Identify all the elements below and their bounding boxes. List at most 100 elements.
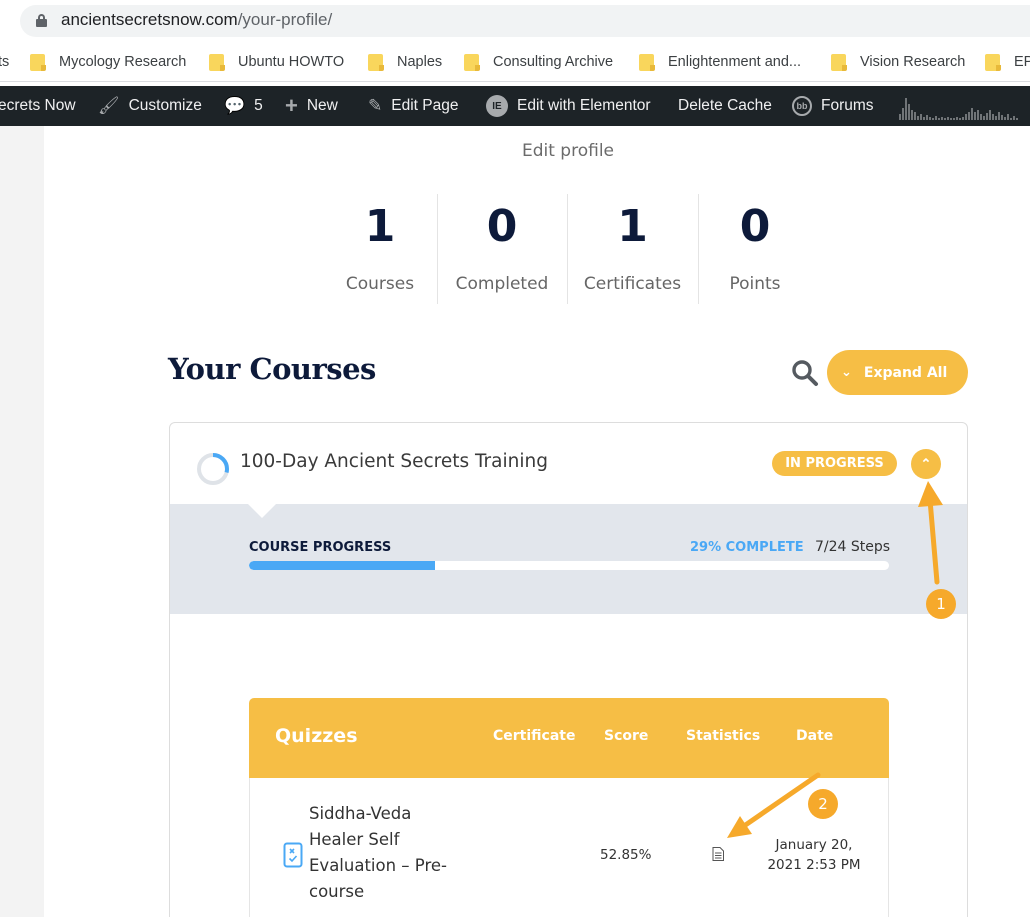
annotation-marker-1: 1 — [926, 589, 956, 619]
stat-divider — [698, 194, 699, 304]
collapse-course-button[interactable]: ⌃ — [911, 449, 941, 479]
bookmarks-bar: ts Mycology Research Ubuntu HOWTO Naples… — [0, 42, 1030, 82]
bbpress-icon: bb — [792, 96, 812, 116]
status-badge: IN PROGRESS — [772, 451, 897, 476]
bookmark-item[interactable]: EP — [985, 52, 1030, 72]
bookmark-label: Enlightenment and... — [668, 54, 802, 70]
admin-site-label: ecrets Now — [0, 97, 76, 114]
progress-ring-icon — [197, 453, 229, 485]
quiz-title[interactable]: Siddha-Veda Healer Self Evaluation – Pre… — [309, 801, 469, 905]
admin-delete-cache-label: Delete Cache — [678, 97, 772, 114]
admin-edit-page-label: Edit Page — [391, 97, 459, 114]
bookmark-item[interactable]: Mycology Research — [30, 52, 186, 72]
bookmark-item[interactable]: Vision Research — [831, 52, 965, 72]
stat-label: Certificates — [583, 274, 682, 294]
expand-all-button[interactable]: ⌄ Expand All — [827, 350, 968, 395]
bookmark-item[interactable]: Enlightenment and... — [639, 52, 801, 72]
course-percent-complete: 29% COMPLETE — [690, 540, 804, 555]
folder-icon — [30, 53, 46, 71]
chevron-up-icon: ⌃ — [920, 456, 932, 471]
lock-icon[interactable] — [36, 14, 47, 27]
url-text[interactable]: ancientsecretsnow.com/your-profile/ — [61, 10, 332, 30]
bookmark-label: EP — [1014, 54, 1030, 70]
admin-edit-page-link[interactable]: ✎ Edit Page — [368, 86, 458, 126]
stat-points: 0 Points — [705, 196, 805, 304]
bookmark-label: Mycology Research — [59, 54, 187, 70]
comment-icon: 💬 — [224, 96, 246, 115]
pencil-icon: ✎ — [368, 96, 383, 115]
expand-all-label: Expand All — [863, 364, 948, 381]
column-header-score: Score — [604, 728, 649, 744]
admin-delete-cache-link[interactable]: Delete Cache — [678, 86, 772, 126]
admin-comments-count: 5 — [254, 97, 263, 114]
column-header-statistics: Statistics — [686, 728, 761, 744]
folder-icon — [464, 53, 480, 71]
folder-icon — [639, 53, 655, 71]
brush-icon: 🖌 — [98, 96, 120, 115]
plus-icon: + — [285, 93, 298, 118]
column-header-date: Date — [796, 728, 834, 744]
admin-forums-link[interactable]: bb Forums — [792, 86, 874, 126]
elementor-icon: IE — [486, 95, 508, 117]
course-progress-label: COURSE PROGRESS — [249, 540, 392, 555]
bookmark-item[interactable]: ts — [0, 52, 9, 72]
bookmark-label: Vision Research — [860, 54, 966, 70]
folder-icon — [831, 53, 847, 71]
stat-label: Points — [729, 274, 781, 294]
chevron-down-icon: ⌄ — [841, 365, 852, 380]
admin-elementor-label: Edit with Elementor — [517, 97, 651, 114]
panel-pointer — [248, 504, 276, 518]
folder-icon — [209, 53, 225, 71]
stat-divider — [567, 194, 568, 304]
browser-url-bar: ancientsecretsnow.com/your-profile/ — [0, 0, 1030, 42]
admin-customize-link[interactable]: 🖌 Customize — [98, 86, 202, 126]
url-host: ancientsecretsnow.com — [61, 10, 238, 29]
admin-site-link[interactable]: ecrets Now — [0, 86, 76, 126]
admin-comments-link[interactable]: 💬 5 — [224, 86, 263, 126]
quiz-date: January 20, 2021 2:53 PM — [767, 837, 861, 873]
url-path: /your-profile/ — [237, 10, 333, 29]
bookmark-label: Ubuntu HOWTO — [238, 54, 345, 70]
stat-value: 1 — [617, 201, 648, 252]
your-courses-heading: Your Courses — [168, 352, 376, 386]
progress-bar-fill — [249, 561, 435, 570]
statistics-icon[interactable] — [712, 847, 724, 861]
stat-value: 1 — [364, 201, 396, 252]
course-title[interactable]: 100-Day Ancient Secrets Training — [240, 451, 548, 472]
stats-sparkline-icon[interactable] — [898, 94, 1022, 120]
folder-icon — [985, 53, 1001, 71]
bookmark-item[interactable]: Consulting Archive — [464, 52, 613, 72]
bookmark-label: ts — [0, 54, 10, 70]
stat-value: 0 — [739, 201, 771, 252]
left-gutter — [0, 126, 44, 917]
admin-forums-label: Forums — [821, 97, 874, 114]
stat-value: 0 — [486, 201, 518, 252]
quizzes-heading: Quizzes — [275, 725, 358, 747]
admin-customize-label: Customize — [128, 97, 202, 114]
stat-completed: 0 Completed — [442, 196, 562, 304]
wp-admin-bar: ecrets Now 🖌 Customize 💬 5 + New ✎ Edit Page… — [0, 86, 1030, 126]
course-steps-count: 7/24 Steps — [815, 539, 891, 555]
stat-courses: 1 Courses — [330, 196, 430, 304]
bookmark-label: Naples — [397, 54, 443, 70]
bookmark-item[interactable]: Naples — [368, 52, 442, 72]
admin-new-label: New — [306, 97, 338, 114]
page-root: ancientsecretsnow.com/your-profile/ ts M… — [0, 0, 1030, 917]
annotation-marker-2: 2 — [808, 789, 838, 819]
admin-new-link[interactable]: + New — [285, 86, 338, 126]
column-header-certificate: Certificate — [493, 728, 576, 744]
course-progress-panel — [170, 504, 967, 614]
stat-certificates: 1 Certificates — [572, 196, 693, 304]
quiz-icon — [283, 842, 303, 868]
bookmark-label: Consulting Archive — [493, 54, 614, 70]
bookmark-item[interactable]: Ubuntu HOWTO — [209, 52, 344, 72]
admin-elementor-link[interactable]: IE Edit with Elementor — [486, 86, 651, 126]
progress-bar — [249, 561, 889, 570]
stat-label: Courses — [345, 274, 415, 294]
edit-profile-link[interactable]: Edit profile — [0, 141, 1030, 161]
quiz-score: 52.85% — [600, 847, 652, 863]
search-icon[interactable] — [791, 359, 819, 387]
stat-divider — [437, 194, 438, 304]
stat-label: Completed — [455, 274, 549, 294]
folder-icon — [368, 53, 384, 71]
